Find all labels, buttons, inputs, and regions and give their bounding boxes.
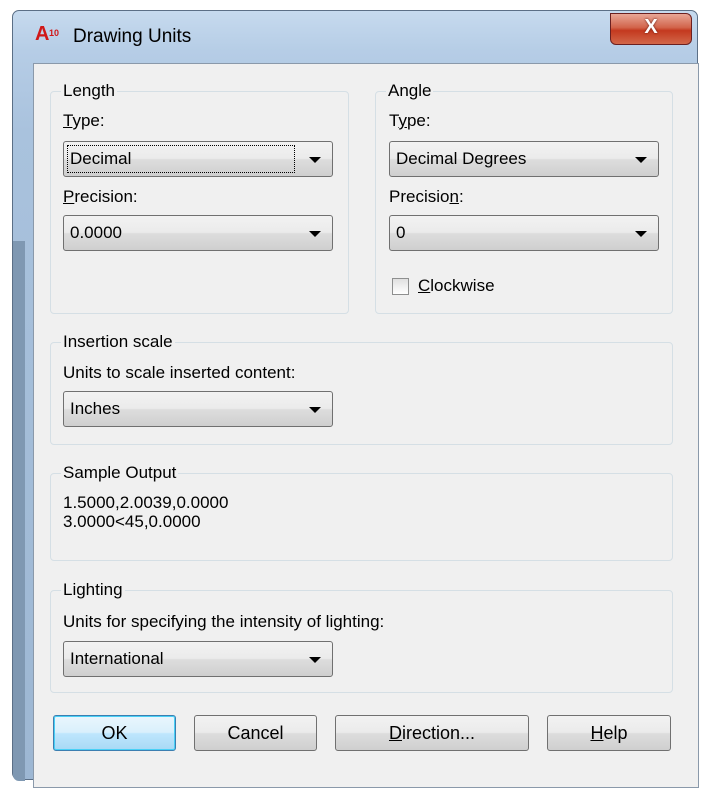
length-legend: Length bbox=[61, 81, 117, 101]
help-button[interactable]: Help bbox=[547, 715, 671, 751]
angle-precision-dropdown[interactable]: 0 bbox=[389, 215, 659, 251]
dialog-window: A 10 Drawing Units X Length Type: Decimal… bbox=[12, 10, 699, 788]
angle-precision-value: 0 bbox=[396, 223, 406, 242]
title-bar[interactable]: A 10 Drawing Units X bbox=[13, 11, 697, 61]
angle-legend: Angle bbox=[386, 81, 434, 101]
lighting-dropdown[interactable]: International bbox=[63, 641, 333, 677]
chevron-down-icon[interactable] bbox=[309, 407, 321, 413]
lighting-legend: Lighting bbox=[61, 580, 125, 600]
length-type-dropdown[interactable]: Decimal bbox=[63, 141, 333, 177]
chevron-down-icon[interactable] bbox=[635, 231, 647, 237]
lighting-label: Units for specifying the intensity of li… bbox=[63, 612, 385, 631]
angle-type-label: Type: bbox=[389, 111, 431, 130]
sample-output-line-2: 3.0000<45,0.0000 bbox=[63, 512, 201, 531]
cancel-button[interactable]: Cancel bbox=[194, 715, 317, 751]
chevron-down-icon[interactable] bbox=[635, 157, 647, 163]
length-precision-dropdown[interactable]: 0.0000 bbox=[63, 215, 333, 251]
lighting-value: International bbox=[70, 649, 164, 668]
sample-output-legend: Sample Output bbox=[61, 463, 179, 483]
chevron-down-icon[interactable] bbox=[309, 231, 321, 237]
sample-output-line-1: 1.5000,2.0039,0.0000 bbox=[63, 493, 229, 512]
direction-button[interactable]: Direction... bbox=[335, 715, 529, 751]
insertion-scale-legend: Insertion scale bbox=[61, 332, 175, 352]
window-frame-edge bbox=[13, 241, 25, 781]
length-type-label: Type: bbox=[63, 111, 105, 130]
insertion-scale-dropdown[interactable]: Inches bbox=[63, 391, 333, 427]
length-type-value: Decimal bbox=[70, 149, 132, 168]
length-precision-value: 0.0000 bbox=[70, 223, 122, 242]
autocad-icon[interactable]: A 10 bbox=[35, 23, 63, 45]
insertion-scale-value: Inches bbox=[70, 399, 121, 418]
ok-button[interactable]: OK bbox=[53, 715, 176, 751]
clockwise-label[interactable]: Clockwise bbox=[418, 276, 495, 296]
close-button[interactable]: X bbox=[610, 13, 692, 45]
angle-type-value: Decimal Degrees bbox=[396, 149, 527, 168]
chevron-down-icon[interactable] bbox=[309, 657, 321, 663]
length-precision-label: Precision: bbox=[63, 187, 138, 206]
insertion-scale-label: Units to scale inserted content: bbox=[63, 363, 296, 382]
dialog-client-area: Length Type: Decimal Precision: 0.0000 A… bbox=[33, 63, 699, 788]
chevron-down-icon[interactable] bbox=[309, 157, 321, 163]
clockwise-checkbox[interactable] bbox=[392, 278, 409, 295]
window-title: Drawing Units bbox=[73, 26, 192, 47]
angle-type-dropdown[interactable]: Decimal Degrees bbox=[389, 141, 659, 177]
angle-precision-label: Precision: bbox=[389, 187, 464, 206]
close-icon: X bbox=[644, 16, 658, 38]
